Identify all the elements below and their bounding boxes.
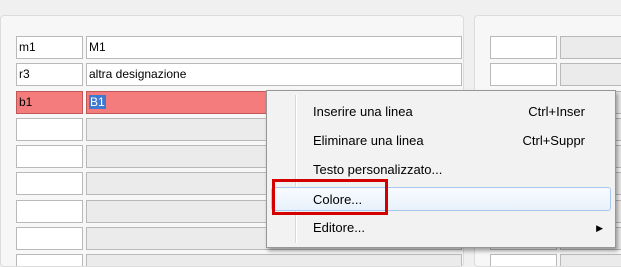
menu-item-editor[interactable]: Editore... ▶ xyxy=(271,216,611,240)
code-cell[interactable] xyxy=(16,172,83,196)
menu-item-shortcut: Ctrl+Inser xyxy=(528,104,585,119)
menu-item-shortcut: Ctrl+Suppr xyxy=(522,133,586,148)
menu-item-delete-line[interactable]: Eliminare una linea Ctrl+Suppr xyxy=(271,129,611,153)
description-cell[interactable]: M1 xyxy=(86,36,462,59)
code-cell[interactable] xyxy=(16,199,83,223)
submenu-arrow-icon: ▶ xyxy=(596,223,603,233)
menu-item-label: Inserire una linea xyxy=(313,104,413,119)
code-cell[interactable]: r3 xyxy=(16,63,83,87)
code-cell[interactable] xyxy=(16,145,83,169)
description-cell[interactable]: altra designazione xyxy=(86,63,462,87)
code-cell[interactable]: b1 xyxy=(16,90,83,114)
cell[interactable] xyxy=(560,36,621,59)
context-menu: Inserire una linea Ctrl+Inser Eliminare … xyxy=(266,90,616,248)
cell[interactable] xyxy=(560,63,621,87)
menu-item-insert-line[interactable]: Inserire una linea Ctrl+Inser xyxy=(271,100,611,124)
menu-item-label: Editore... xyxy=(313,220,366,235)
code-cell[interactable] xyxy=(16,227,83,251)
menu-item-label: Eliminare una linea xyxy=(313,133,424,148)
annotation-highlight-box xyxy=(272,179,388,215)
code-cell[interactable]: m1 xyxy=(16,36,83,59)
code-cell[interactable] xyxy=(16,117,83,141)
selected-text[interactable]: B1 xyxy=(89,94,106,109)
cell[interactable] xyxy=(490,63,557,87)
cell[interactable] xyxy=(490,36,557,59)
